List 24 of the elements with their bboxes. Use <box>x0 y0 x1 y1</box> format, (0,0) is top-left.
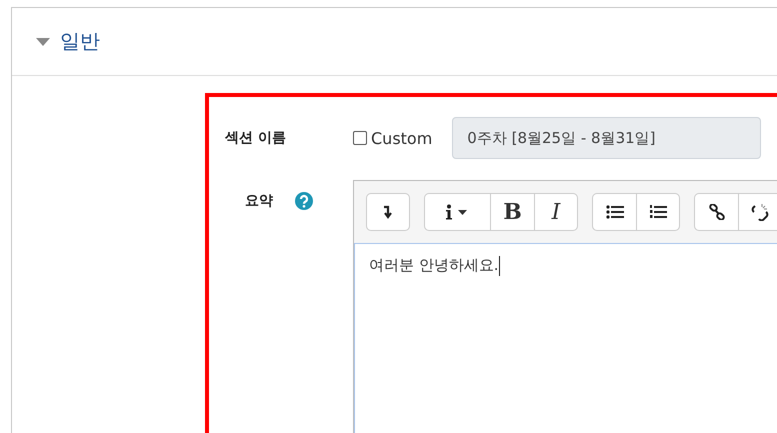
italic-button[interactable]: I <box>534 193 578 231</box>
unlink-button[interactable] <box>738 193 777 231</box>
info-button[interactable] <box>424 193 490 231</box>
help-icon[interactable] <box>295 192 313 210</box>
field-label: 섹션 이름 <box>225 129 287 147</box>
bold-button[interactable]: B <box>490 193 534 231</box>
bullets-button[interactable] <box>592 193 636 231</box>
arrow-button[interactable] <box>366 193 410 231</box>
text-cursor <box>498 256 500 276</box>
custom-checkbox[interactable] <box>353 131 367 145</box>
field-label: 요약 <box>245 192 273 210</box>
checkbox-label[interactable]: Custom <box>371 128 432 148</box>
bullet-list-icon <box>606 205 624 219</box>
editor-text-area[interactable]: 여러분 안녕하세요. <box>354 243 777 433</box>
editor-text: 여러분 안녕하세요. <box>369 256 499 275</box>
link-button[interactable] <box>694 193 738 231</box>
caret-icon[interactable] <box>36 38 50 46</box>
unlink-icon <box>751 203 769 221</box>
numbered-list-icon <box>649 204 667 220</box>
section-title[interactable]: 일반 <box>60 28 100 55</box>
section-name-field[interactable]: 0주차 [8월25일 - 8월31일] <box>452 117 762 159</box>
link-icon <box>708 204 724 220</box>
numbers-button[interactable] <box>636 193 680 231</box>
down-arrow-icon <box>383 205 393 219</box>
